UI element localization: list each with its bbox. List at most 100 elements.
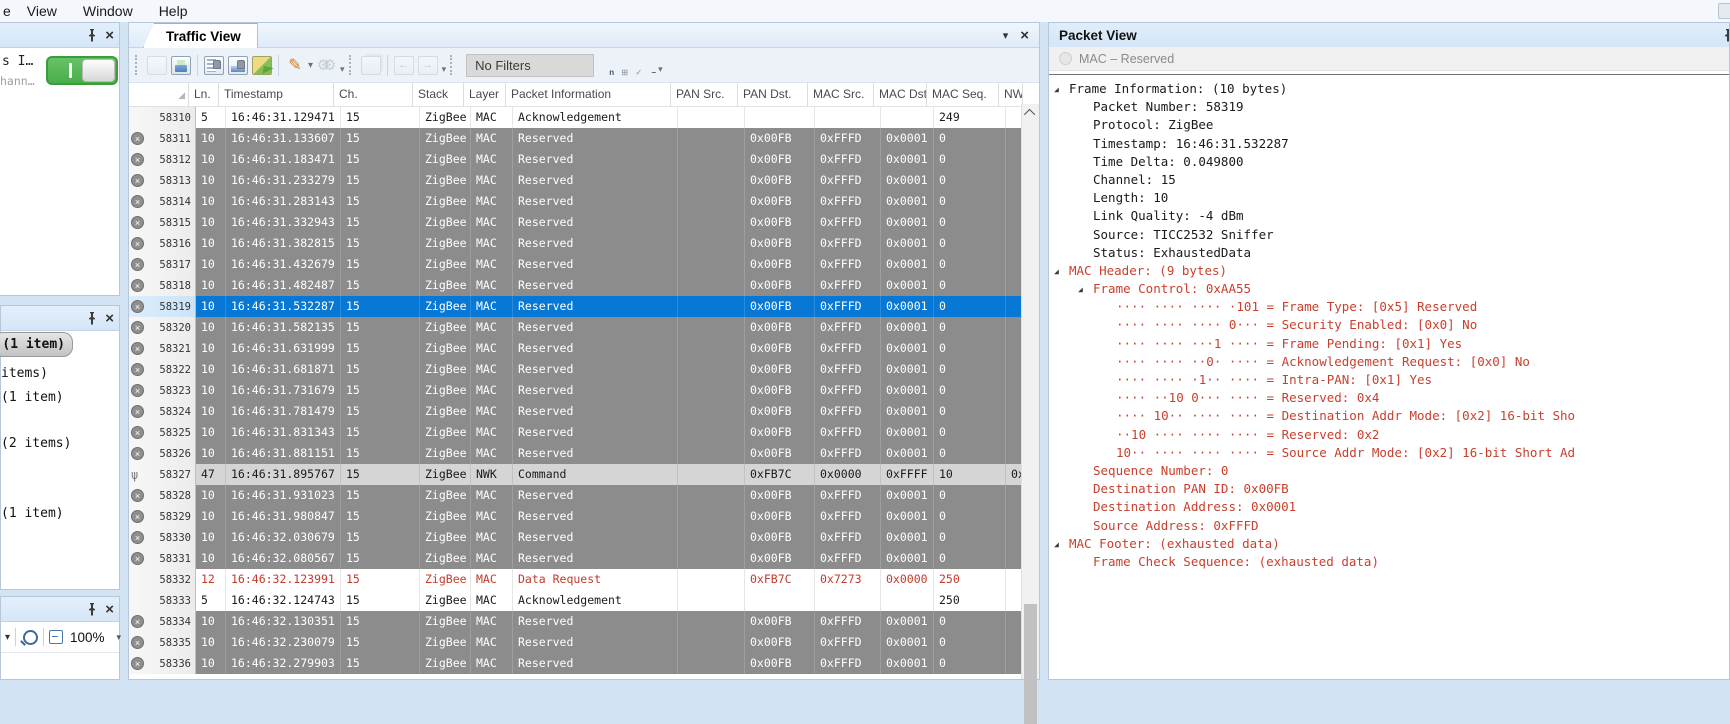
tree-expander-icon[interactable]: ◢ bbox=[1054, 263, 1059, 281]
chevron-down-icon[interactable]: ▾ bbox=[5, 632, 10, 643]
packet-row[interactable]: 58310516:46:31.12947115ZigBeeMACAcknowle… bbox=[129, 107, 1039, 128]
tree-line[interactable]: Source: TICC2532 Sniffer bbox=[1049, 226, 1729, 244]
column-header-stack[interactable]: Stack bbox=[413, 83, 464, 106]
close-icon[interactable]: × bbox=[105, 311, 114, 326]
tree-line[interactable]: Timestamp: 16:46:31.532287 bbox=[1049, 135, 1729, 153]
tree-line[interactable]: ◢Frame Control: 0xAA55 bbox=[1049, 280, 1729, 298]
open-capture-icon[interactable] bbox=[147, 56, 167, 75]
column-header-ln[interactable]: Ln. bbox=[189, 83, 219, 106]
packet-row[interactable]: ×583211016:46:31.63199915ZigBeeMACReserv… bbox=[129, 338, 1039, 359]
packet-row[interactable]: ×583221016:46:31.68187115ZigBeeMACReserv… bbox=[129, 359, 1039, 380]
channel-toggle[interactable] bbox=[46, 56, 118, 85]
tree-expander-icon[interactable]: ◢ bbox=[1078, 281, 1083, 299]
menu-item-help[interactable]: Help bbox=[159, 3, 188, 19]
tree-line[interactable]: Length: 10 bbox=[1049, 189, 1729, 207]
tree-line[interactable]: ◢Frame Information: (10 bytes) bbox=[1049, 80, 1729, 98]
packet-row[interactable]: 583321216:46:32.12399115ZigBeeMACData Re… bbox=[129, 569, 1039, 590]
packet-row[interactable]: ×583171016:46:31.43267915ZigBeeMACReserv… bbox=[129, 254, 1039, 275]
tree-line[interactable]: ···· ···· ···· 0··· = Security Enabled: … bbox=[1049, 316, 1729, 334]
packet-row[interactable]: ×583341016:46:32.13035115ZigBeeMACReserv… bbox=[129, 611, 1039, 632]
packet-row[interactable]: 58333516:46:32.12474315ZigBeeMACAcknowle… bbox=[129, 590, 1039, 611]
menu-item-window[interactable]: Window bbox=[83, 3, 133, 19]
tree-line[interactable]: ···· ···· ··0· ···· = Acknowledgement Re… bbox=[1049, 353, 1729, 371]
column-header-pandst[interactable]: PAN Dst. bbox=[738, 83, 808, 106]
clear-brush-icon[interactable]: ✎ bbox=[285, 56, 305, 75]
column-header-ch[interactable]: Ch. bbox=[334, 83, 413, 106]
item-count-badge[interactable]: (1 item) bbox=[0, 332, 73, 357]
close-tab-icon[interactable]: × bbox=[1020, 28, 1029, 43]
device-view-icon[interactable] bbox=[228, 56, 248, 75]
brush-dropdown-icon[interactable]: ▾ bbox=[308, 60, 313, 71]
packet-row[interactable]: ×583111016:46:31.13360715ZigBeeMACReserv… bbox=[129, 128, 1039, 149]
filter-clear-icon[interactable]: − bbox=[644, 56, 654, 74]
goto-next-icon[interactable]: → bbox=[418, 56, 438, 75]
tree-line[interactable]: Time Delta: 0.049800 bbox=[1049, 153, 1729, 171]
tree-line[interactable]: Status: ExhaustedData bbox=[1049, 244, 1729, 262]
filter-edit-icon[interactable]: ⊞ bbox=[616, 56, 626, 74]
tree-line[interactable]: Protocol: ZigBee bbox=[1049, 116, 1729, 134]
tree-line[interactable]: Sequence Number: 0 bbox=[1049, 462, 1729, 480]
packet-row[interactable]: ψ583274716:46:31.89576715ZigBeeNWKComman… bbox=[129, 464, 1039, 485]
column-header-macdst[interactable]: MAC Dst. bbox=[874, 83, 927, 106]
column-header-layer[interactable]: Layer bbox=[464, 83, 506, 106]
settings-gears-icon[interactable]: ⚙⚙ bbox=[316, 56, 336, 75]
tree-line[interactable]: ···· ···· ···· ·101 = Frame Type: [0x5] … bbox=[1049, 298, 1729, 316]
scrollbar-thumb[interactable] bbox=[1024, 604, 1037, 724]
packet-row[interactable]: ×583281016:46:31.93102315ZigBeeMACReserv… bbox=[129, 485, 1039, 506]
tree-line[interactable]: ···· ··10 0··· ···· = Reserved: 0x4 bbox=[1049, 389, 1729, 407]
packet-row[interactable]: ×583191016:46:31.53228715ZigBeeMACReserv… bbox=[129, 296, 1039, 317]
packet-row[interactable]: ×583231016:46:31.73167915ZigBeeMACReserv… bbox=[129, 380, 1039, 401]
tree-line[interactable]: 10·· ···· ···· ···· = Source Addr Mode: … bbox=[1049, 444, 1729, 462]
packet-row[interactable]: ×583351016:46:32.23007915ZigBeeMACReserv… bbox=[129, 632, 1039, 653]
capture-cube-icon[interactable] bbox=[252, 56, 272, 75]
tree-line[interactable]: Link Quality: -4 dBm bbox=[1049, 207, 1729, 225]
tree-line[interactable]: Frame Check Sequence: (exhausted data) bbox=[1049, 553, 1729, 571]
save-capture-icon[interactable] bbox=[171, 56, 191, 75]
tree-line[interactable]: Packet Number: 58319 bbox=[1049, 98, 1729, 116]
close-icon[interactable]: × bbox=[105, 28, 114, 43]
toolbar-overflow-icon[interactable]: ▾ bbox=[116, 632, 121, 643]
group-overflow-icon[interactable]: ▾ bbox=[340, 64, 345, 75]
toggle-knob[interactable] bbox=[82, 59, 115, 82]
scroll-up-icon[interactable] bbox=[1022, 104, 1039, 121]
tree-expander-icon[interactable]: ◢ bbox=[1054, 536, 1059, 554]
zoom-out-icon[interactable] bbox=[49, 630, 63, 644]
filter-input[interactable]: No Filters bbox=[466, 54, 594, 77]
tree-line[interactable]: Channel: 15 bbox=[1049, 171, 1729, 189]
packet-row[interactable]: ×583131016:46:31.23327915ZigBeeMACReserv… bbox=[129, 170, 1039, 191]
tree-line[interactable]: Destination PAN ID: 0x00FB bbox=[1049, 480, 1729, 498]
packet-row[interactable]: ×583141016:46:31.28314315ZigBeeMACReserv… bbox=[129, 191, 1039, 212]
tree-line[interactable]: ◢MAC Footer: (exhausted data) bbox=[1049, 535, 1729, 553]
vertical-scrollbar[interactable] bbox=[1021, 104, 1039, 679]
packet-row[interactable]: ×583201016:46:31.58213515ZigBeeMACReserv… bbox=[129, 317, 1039, 338]
tree-line[interactable]: ··10 ···· ···· ···· = Reserved: 0x2 bbox=[1049, 426, 1729, 444]
packet-row[interactable]: ×583311016:46:32.08056715ZigBeeMACReserv… bbox=[129, 548, 1039, 569]
pin-icon[interactable] bbox=[87, 29, 97, 42]
group-overflow-icon[interactable]: ▾ bbox=[658, 64, 663, 75]
packet-row[interactable]: ×583181016:46:31.48248715ZigBeeMACReserv… bbox=[129, 275, 1039, 296]
tree-line[interactable]: Source Address: 0xFFFD bbox=[1049, 517, 1729, 535]
packet-row[interactable]: ×583261016:46:31.88115115ZigBeeMACReserv… bbox=[129, 443, 1039, 464]
close-icon[interactable]: × bbox=[105, 602, 114, 617]
pin-icon[interactable] bbox=[87, 603, 97, 616]
packet-row[interactable]: ×583151016:46:31.33294315ZigBeeMACReserv… bbox=[129, 212, 1039, 233]
tree-line[interactable]: ···· ···· ···1 ···· = Frame Pending: [0x… bbox=[1049, 335, 1729, 353]
menu-item-file-cut[interactable]: e bbox=[3, 3, 11, 19]
packet-row[interactable]: ×583161016:46:31.38281515ZigBeeMACReserv… bbox=[129, 233, 1039, 254]
column-header-pansrc[interactable]: PAN Src. bbox=[671, 83, 738, 106]
pin-icon[interactable] bbox=[1723, 29, 1730, 42]
packet-row[interactable]: ×583301016:46:32.03067915ZigBeeMACReserv… bbox=[129, 527, 1039, 548]
tab-list-dropdown-icon[interactable]: ▾ bbox=[1003, 29, 1009, 42]
column-header-macseq[interactable]: MAC Seq. bbox=[927, 83, 999, 106]
tree-line[interactable]: ◢MAC Header: (9 bytes) bbox=[1049, 262, 1729, 280]
tree-line[interactable]: Destination Address: 0x0001 bbox=[1049, 498, 1729, 516]
packet-row[interactable]: ×583361016:46:32.27990315ZigBeeMACReserv… bbox=[129, 653, 1039, 674]
tree-line[interactable]: ···· ···· ·1·· ···· = Intra-PAN: [0x1] Y… bbox=[1049, 371, 1729, 389]
packet-row[interactable]: ×583251016:46:31.83134315ZigBeeMACReserv… bbox=[129, 422, 1039, 443]
zoom-fit-icon[interactable] bbox=[23, 630, 38, 645]
column-header-macsrc[interactable]: MAC Src. bbox=[808, 83, 874, 106]
column-header-ts[interactable]: Timestamp bbox=[219, 83, 334, 106]
group-overflow-icon[interactable]: ▾ bbox=[442, 64, 447, 75]
row-header-column[interactable]: ◢ bbox=[129, 83, 189, 106]
goto-previous-icon[interactable]: ← bbox=[394, 56, 414, 75]
